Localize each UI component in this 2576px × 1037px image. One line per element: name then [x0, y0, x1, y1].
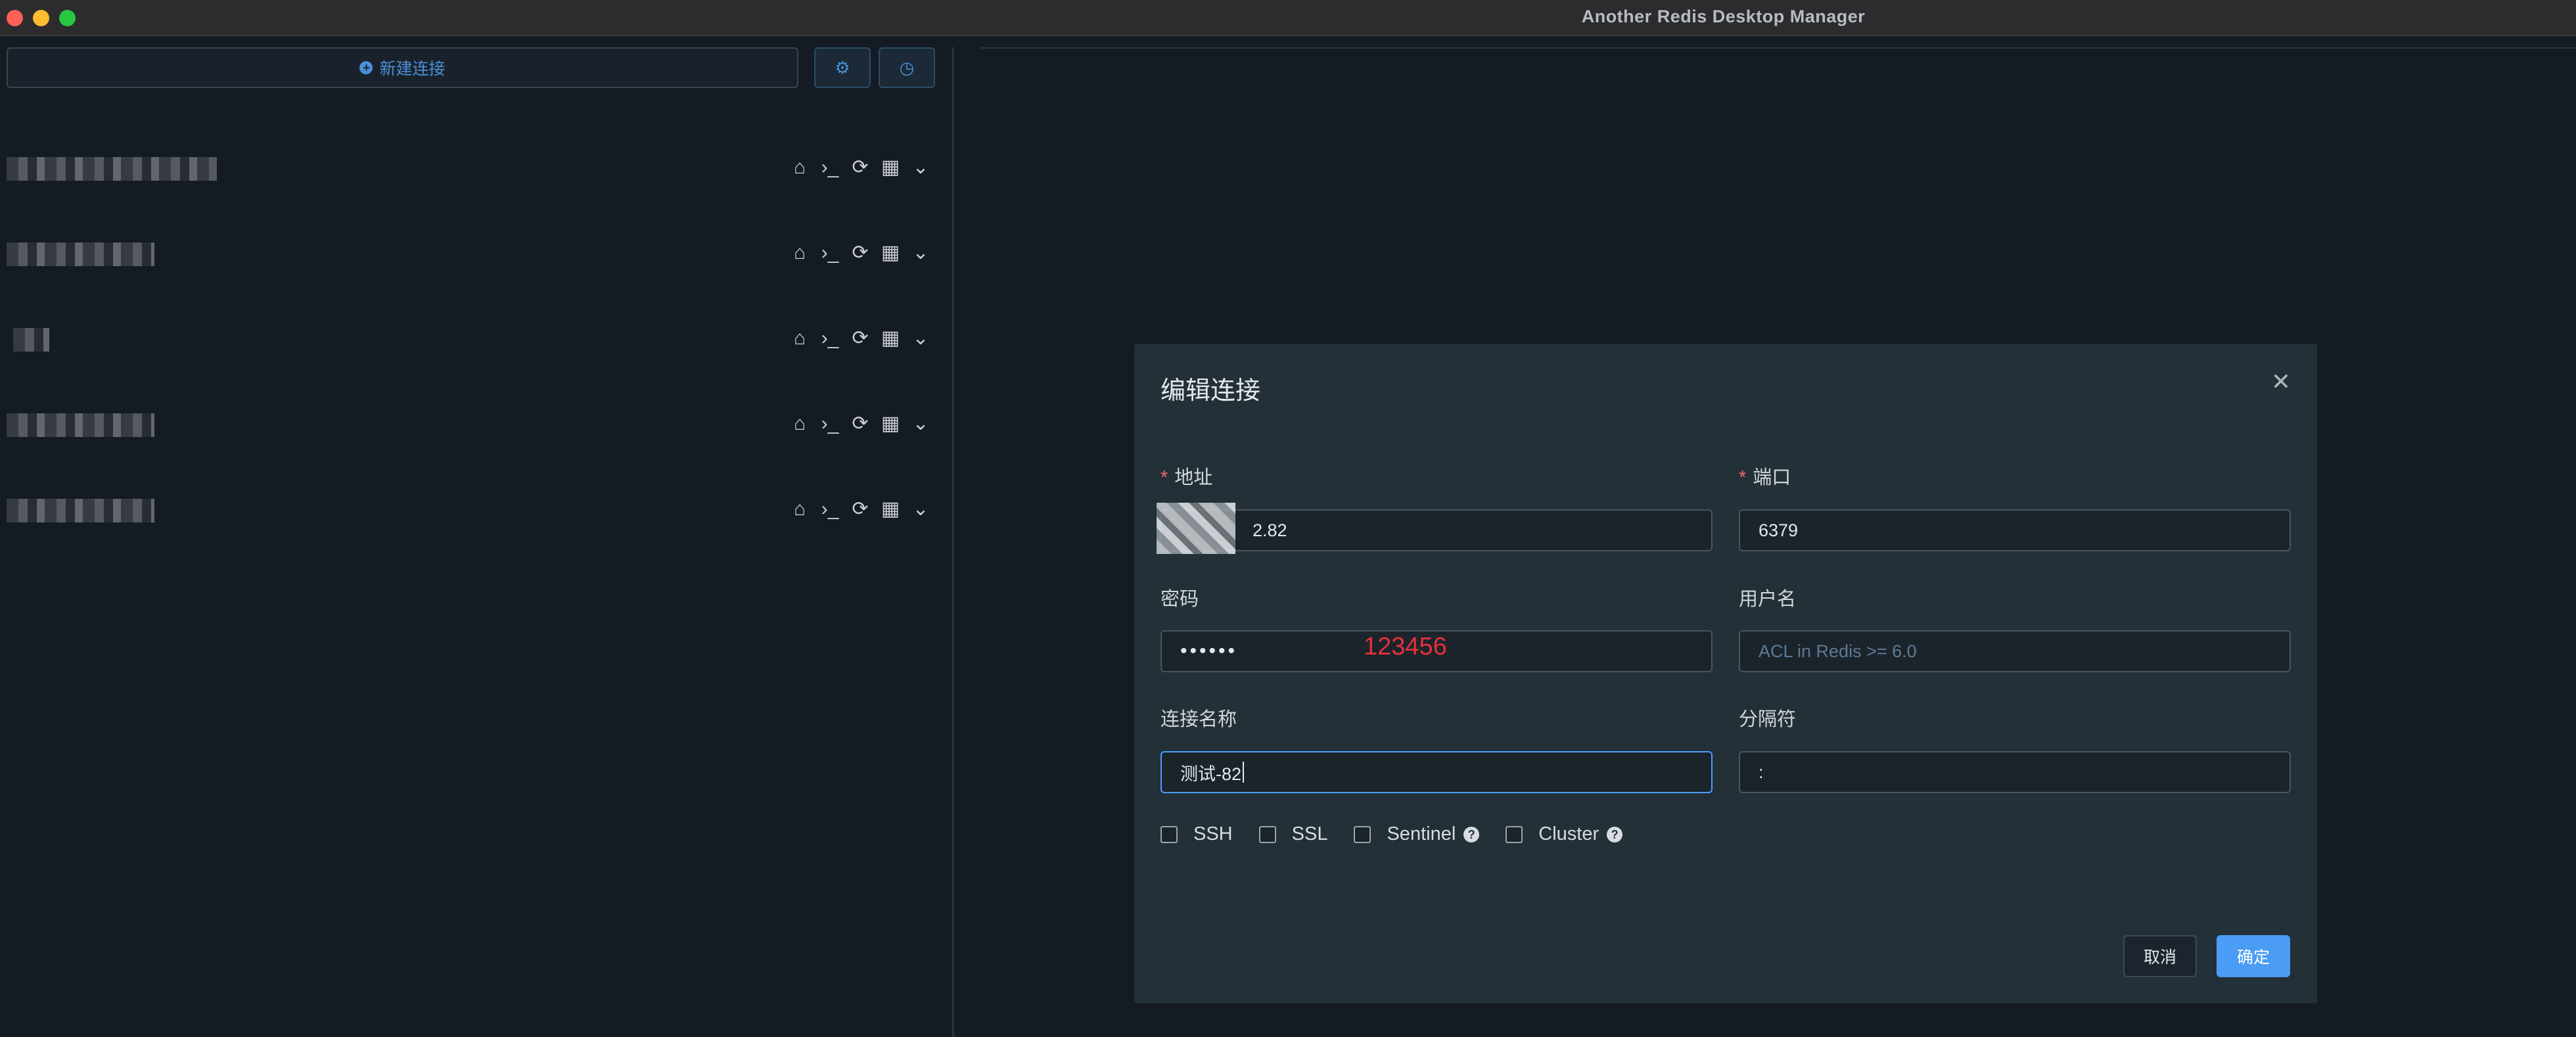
- connection-name-value: 测试-82: [1180, 764, 1242, 784]
- password-annotation: 123456: [1364, 633, 1447, 660]
- checkbox-box[interactable]: [1258, 825, 1276, 843]
- refresh-icon[interactable]: ⟳: [849, 327, 871, 350]
- cancel-button[interactable]: 取消: [2123, 935, 2197, 977]
- home-icon[interactable]: ⌂: [789, 327, 811, 350]
- ssh-label: SSH: [1193, 823, 1233, 844]
- cluster-label: Cluster: [1538, 823, 1599, 844]
- terminal-icon[interactable]: ›_: [819, 498, 841, 520]
- cluster-checkbox[interactable]: Cluster ?: [1506, 823, 1623, 845]
- terminal-icon[interactable]: ›_: [819, 156, 841, 179]
- separator-label: 分隔符: [1739, 709, 1797, 730]
- help-icon[interactable]: ?: [1607, 826, 1623, 842]
- port-input[interactable]: 6379: [1739, 509, 2291, 551]
- username-input[interactable]: ACL in Redis >= 6.0: [1739, 630, 2291, 672]
- connection-tools: ⌂ ›_ ⟳ ▦ ⌄: [789, 412, 932, 435]
- password-label: 密码: [1161, 589, 1199, 610]
- text-caret: [1243, 762, 1245, 783]
- connection-tools: ⌂ ›_ ⟳ ▦ ⌄: [789, 497, 932, 520]
- dialog-title: 编辑连接: [1161, 377, 1261, 405]
- port-value: 6379: [1759, 520, 1799, 540]
- separator-input[interactable]: :: [1739, 751, 2291, 793]
- gear-icon: ⚙: [835, 57, 850, 78]
- chevron-down-icon[interactable]: ⌄: [909, 241, 932, 264]
- connection-name-redacted: [13, 328, 49, 352]
- settings-button[interactable]: ⚙: [814, 47, 871, 88]
- grid-icon[interactable]: ▦: [879, 241, 902, 264]
- terminal-icon[interactable]: ›_: [819, 242, 841, 264]
- terminal-icon[interactable]: ›_: [819, 327, 841, 350]
- connection-item[interactable]: ⌂ ›_ ⟳ ▦ ⌄: [0, 399, 946, 451]
- refresh-icon[interactable]: ⟳: [849, 241, 871, 264]
- port-label: * 端口: [1739, 467, 1791, 488]
- chevron-down-icon[interactable]: ⌄: [909, 412, 932, 435]
- connection-tools: ⌂ ›_ ⟳ ▦ ⌄: [789, 241, 932, 264]
- refresh-icon[interactable]: ⟳: [849, 156, 871, 179]
- new-connection-label: 新建连接: [379, 60, 446, 78]
- history-button[interactable]: ◷: [879, 47, 935, 88]
- ssl-checkbox[interactable]: SSL: [1258, 823, 1328, 845]
- main-tab-bar-line: [980, 47, 2576, 49]
- connection-name-redacted: [7, 413, 154, 437]
- connection-name-input[interactable]: 测试-82: [1161, 751, 1713, 793]
- sentinel-checkbox[interactable]: Sentinel ?: [1354, 823, 1480, 845]
- connection-name-redacted: [7, 157, 217, 181]
- app-window: Another Redis Desktop Manager + 新建连接 ⚙ ◷…: [0, 0, 2576, 1037]
- home-icon[interactable]: ⌂: [789, 242, 811, 264]
- chevron-down-icon[interactable]: ⌄: [909, 497, 932, 520]
- chevron-down-icon[interactable]: ⌄: [909, 327, 932, 350]
- chevron-down-icon[interactable]: ⌄: [909, 156, 932, 179]
- home-icon[interactable]: ⌂: [789, 498, 811, 520]
- connection-name-redacted: [7, 242, 154, 266]
- sidebar: + 新建连接 ⚙ ◷ ⌂ ›_ ⟳ ▦ ⌄ ⌂ ›_ ⟳ ▦ ⌄ ⌂ ›_ ⟳ …: [0, 37, 953, 1037]
- sidebar-resize-handle[interactable]: [952, 47, 954, 1037]
- plus-circle-icon: +: [359, 61, 373, 74]
- connection-tools: ⌂ ›_ ⟳ ▦ ⌄: [789, 327, 932, 350]
- connection-item[interactable]: ⌂ ›_ ⟳ ▦ ⌄: [0, 313, 946, 366]
- home-icon[interactable]: ⌂: [789, 413, 811, 435]
- address-label: * 地址: [1161, 467, 1213, 488]
- connection-name-redacted: [7, 499, 154, 522]
- required-mark: *: [1739, 467, 1747, 488]
- clock-icon: ◷: [899, 57, 915, 78]
- home-icon[interactable]: ⌂: [789, 156, 811, 179]
- required-mark: *: [1161, 467, 1168, 488]
- refresh-icon[interactable]: ⟳: [849, 497, 871, 520]
- new-connection-button[interactable]: + 新建连接: [7, 47, 798, 88]
- connection-item[interactable]: ⌂ ›_ ⟳ ▦ ⌄: [0, 143, 946, 195]
- ssh-checkbox[interactable]: SSH: [1161, 823, 1233, 845]
- grid-icon[interactable]: ▦: [879, 327, 902, 350]
- grid-icon[interactable]: ▦: [879, 156, 902, 179]
- edit-connection-dialog: 编辑连接 ✕ * 地址 2.82 * 端口 6379 密码 •••••• 用户名 A…: [1134, 344, 2317, 1003]
- terminal-icon[interactable]: ›_: [819, 413, 841, 435]
- checkbox-box[interactable]: [1506, 825, 1523, 843]
- close-icon[interactable]: ✕: [2271, 370, 2291, 394]
- app-title: Another Redis Desktop Manager: [1581, 7, 1866, 26]
- connection-item[interactable]: ⌂ ›_ ⟳ ▦ ⌄: [0, 484, 946, 537]
- address-redacted-overlay: [1157, 503, 1235, 554]
- title-bar: Another Redis Desktop Manager: [0, 0, 2576, 36]
- grid-icon[interactable]: ▦: [879, 497, 902, 520]
- confirm-button[interactable]: 确定: [2217, 935, 2290, 977]
- refresh-icon[interactable]: ⟳: [849, 412, 871, 435]
- address-input[interactable]: 2.82: [1161, 509, 1713, 551]
- help-icon[interactable]: ?: [1463, 826, 1480, 842]
- password-value: ••••••: [1180, 640, 1238, 662]
- separator-value: :: [1759, 762, 1764, 782]
- grid-icon[interactable]: ▦: [879, 412, 902, 435]
- username-placeholder: ACL in Redis >= 6.0: [1759, 641, 1917, 661]
- option-checkboxes: SSH SSL Sentinel ? Cluster ?: [1161, 823, 1649, 845]
- ssl-label: SSL: [1291, 823, 1328, 844]
- checkbox-box[interactable]: [1354, 825, 1371, 843]
- username-label: 用户名: [1739, 589, 1797, 610]
- connection-name-label: 连接名称: [1161, 709, 1237, 730]
- checkbox-box[interactable]: [1161, 825, 1178, 843]
- connection-item[interactable]: ⌂ ›_ ⟳ ▦ ⌄: [0, 228, 946, 281]
- connection-tools: ⌂ ›_ ⟳ ▦ ⌄: [789, 156, 932, 179]
- sentinel-label: Sentinel: [1387, 823, 1456, 844]
